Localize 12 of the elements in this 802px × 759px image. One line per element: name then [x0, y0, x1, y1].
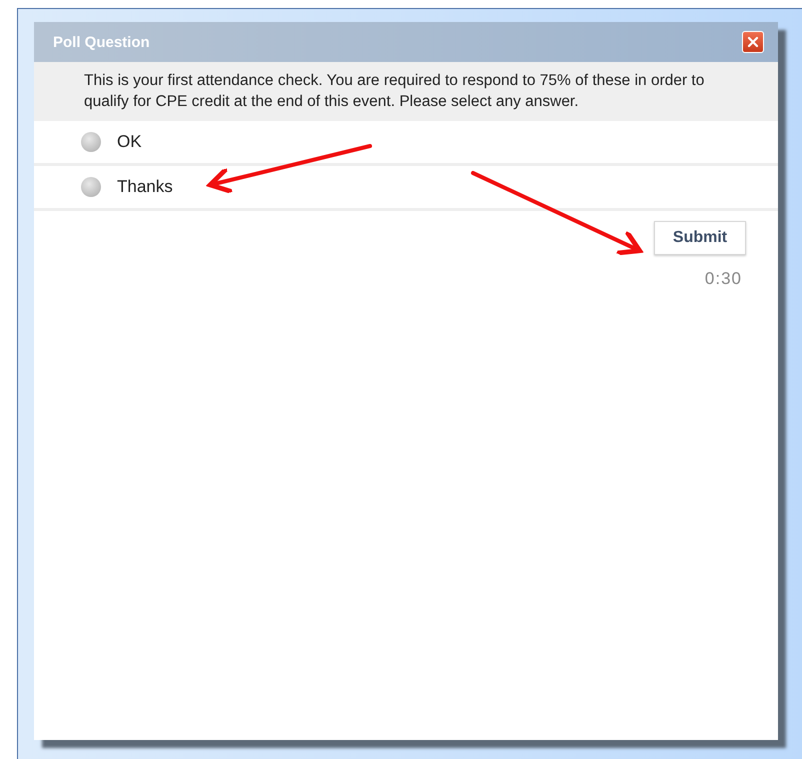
radio-button[interactable] [81, 177, 101, 197]
dialog-title: Poll Question [53, 34, 150, 50]
option-label: Thanks [117, 177, 173, 197]
radio-button[interactable] [81, 132, 101, 152]
countdown-timer: 0:30 [704, 269, 743, 289]
answer-option[interactable]: Thanks [34, 166, 778, 211]
question-text: This is your first attendance check. You are required to respond to 75% of these in order to qualify for CPE credit at the end of this event. Please select any answer. [84, 71, 706, 112]
submit-button[interactable]: Submit [654, 221, 746, 255]
close-button[interactable] [742, 31, 764, 53]
close-icon [747, 36, 759, 48]
answer-option[interactable]: OK [34, 121, 778, 166]
option-label: OK [117, 132, 142, 152]
